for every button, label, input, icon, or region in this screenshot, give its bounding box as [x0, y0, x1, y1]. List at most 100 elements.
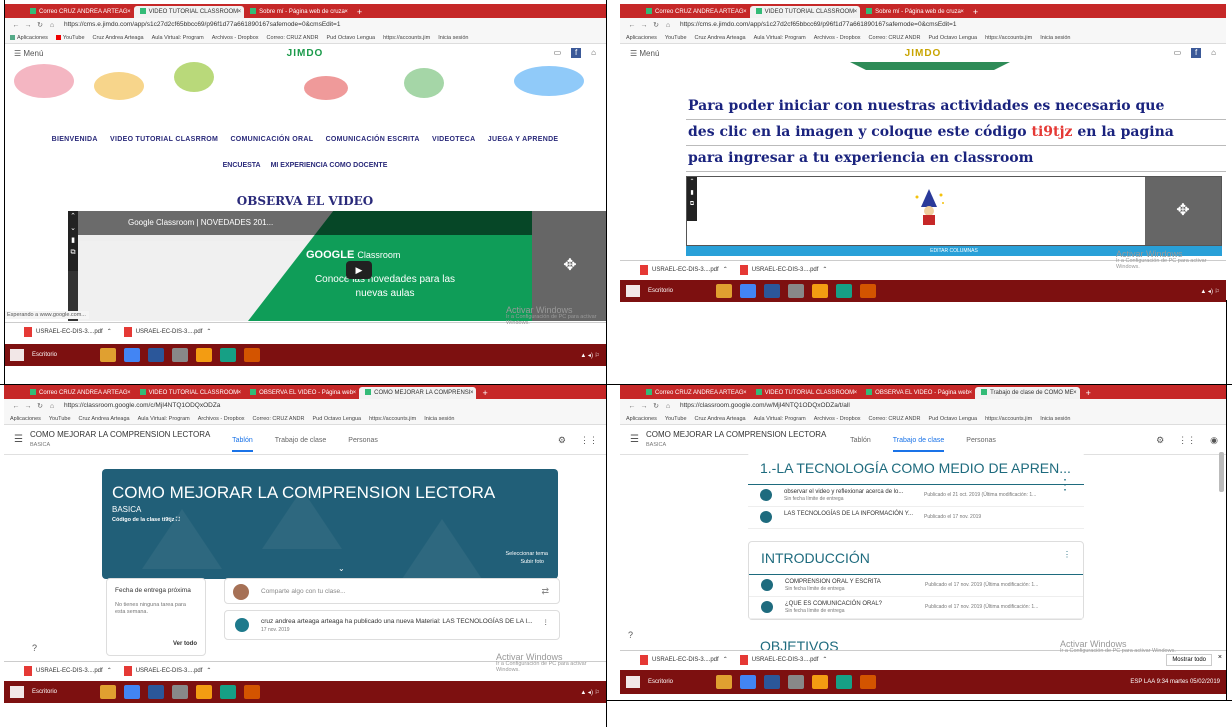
powerpoint-icon[interactable] [244, 685, 260, 699]
tab-stream[interactable]: Tablón [232, 437, 253, 452]
close-icon[interactable]: × [854, 6, 858, 18]
back-icon[interactable]: ← [10, 403, 22, 410]
bookmark[interactable]: Pud Octavo Lengua [327, 35, 376, 41]
chevron-up-icon[interactable]: ⌃ [107, 667, 112, 674]
download-item[interactable]: USRAEL-EC-DIS-3....pdf ⌃ [123, 326, 211, 337]
fullscreen-icon[interactable]: ⛶ [176, 517, 180, 523]
word-icon[interactable] [148, 685, 164, 699]
browser-tab[interactable]: Sobre mí - Página web de cruza × [860, 6, 967, 18]
browser-tab[interactable]: Correo CRUZ ANDREA ARTEAG × [640, 6, 750, 18]
app-icon[interactable] [172, 685, 188, 699]
move-icon[interactable]: ✥ [1145, 177, 1221, 245]
chevron-up-icon[interactable]: ⌃ [723, 656, 728, 663]
back-icon[interactable]: ← [10, 22, 22, 29]
url-input[interactable]: https://classroom.google.com/w/MjI4NTQ1O… [680, 401, 1226, 411]
inbox-icon[interactable]: ▭ [554, 48, 562, 58]
file-explorer-icon[interactable] [100, 348, 116, 362]
bookmark[interactable]: Archivos - Dropbox [212, 35, 259, 41]
paint-icon[interactable] [196, 685, 212, 699]
browser-tab[interactable]: VIDEO TUTORIAL CLASSROOM × [750, 387, 861, 399]
chevron-up-icon[interactable]: ⌃ [107, 328, 112, 335]
browser-tab[interactable]: Correo CRUZ ANDREA ARTEAG × [24, 387, 134, 399]
back-icon[interactable]: ← [626, 403, 638, 410]
nav-item-videoteca[interactable]: VIDEOTECA [432, 136, 476, 143]
chevron-up-icon[interactable]: ⌃ [206, 328, 211, 335]
image-block[interactable]: ⌃ ▮ ⧉ ✥ [686, 176, 1222, 246]
download-item[interactable]: USRAEL-EC-DIS-3....pdf ⌃ [24, 326, 112, 337]
bookmark[interactable]: Aplicaciones [10, 416, 41, 422]
menu-button[interactable]: ☰ Menú [14, 49, 43, 58]
see-all-link[interactable]: Ver todo [173, 641, 197, 647]
bookmark[interactable]: https://accounts.jim [369, 416, 416, 422]
taskbar-search[interactable]: Escritorio [648, 679, 708, 685]
bookmark[interactable]: https://accounts.jim [985, 416, 1032, 422]
wizard-image[interactable] [909, 187, 949, 227]
topic-title[interactable]: 1.-LA TECNOLOGÍA COMO MEDIO DE APREN... ⋮ [748, 452, 1084, 492]
bookmark[interactable]: Cruz Andrea Arteaga [695, 416, 746, 422]
paint-icon[interactable] [812, 675, 828, 689]
list-item[interactable]: ¿QUE ES COMUNICACIÓN ORAL? Sin fecha lími… [749, 597, 1083, 619]
new-tab-icon[interactable]: + [482, 387, 487, 399]
block-toolbar[interactable]: ⌃ ▮ ⧉ [687, 177, 697, 221]
bookmark[interactable]: YouTube [55, 35, 85, 41]
word-icon[interactable] [148, 348, 164, 362]
close-icon[interactable]: × [238, 387, 242, 399]
bookmark[interactable]: YouTube [49, 416, 71, 422]
app-icon[interactable] [788, 675, 804, 689]
app-icon[interactable] [220, 348, 236, 362]
list-item[interactable]: LAS TECNOLOGÍAS DE LA INFORMACIÓN Y... Pu… [748, 507, 1084, 529]
tab-people[interactable]: Personas [348, 437, 378, 452]
chevron-up-icon[interactable]: ⌃ [822, 656, 827, 663]
bookmark[interactable]: Correo: CRUZ ANDR [869, 416, 921, 422]
facebook-icon[interactable]: f [571, 48, 582, 58]
url-input[interactable]: https://classroom.google.com/c/MjI4NTQ1O… [64, 401, 606, 411]
app-icon[interactable] [788, 284, 804, 298]
chevron-down-icon[interactable]: ⌄ [338, 564, 345, 573]
download-item[interactable]: USRAEL-EC-DIS-3....pdf ⌃ [640, 654, 728, 665]
tab-stream[interactable]: Tablón [850, 437, 871, 452]
forward-icon[interactable]: → [22, 22, 34, 29]
tab-classwork[interactable]: Trabajo de clase [892, 437, 945, 452]
chrome-icon[interactable] [124, 685, 140, 699]
upload-photo-link[interactable]: Subir foto [520, 559, 544, 565]
download-item[interactable]: USRAEL-EC-DIS-3....pdf ⌃ [739, 264, 827, 275]
bookmark[interactable]: Correo: CRUZ ANDR [253, 416, 305, 422]
home-icon[interactable]: ⌂ [46, 22, 58, 29]
browser-tab[interactable]: OBSERVA EL VIDEO - Página web × [860, 387, 975, 399]
system-tray[interactable]: ▲ ◂) ⚐ [580, 689, 606, 696]
close-icon[interactable]: × [1073, 387, 1077, 399]
video-player[interactable]: Google Classroom | NOVEDADES 201... GOOG… [78, 211, 532, 321]
bookmark[interactable]: Cruz Andrea Arteaga [93, 35, 144, 41]
app-icon[interactable] [836, 675, 852, 689]
download-item[interactable]: USRAEL-EC-DIS-3....pdf ⌃ [123, 665, 211, 676]
nav-item-comunicacion-oral[interactable]: COMUNICACIÓN ORAL [230, 136, 313, 143]
forward-icon[interactable]: → [638, 403, 650, 410]
back-icon[interactable]: ← [626, 22, 638, 29]
url-input[interactable]: https://cms.e.jimdo.com/app/s1c27d2cf65b… [680, 20, 1226, 30]
powerpoint-icon[interactable] [860, 675, 876, 689]
tab-classwork[interactable]: Trabajo de clase [275, 437, 327, 452]
new-tab-icon[interactable]: + [357, 6, 362, 18]
bookmark[interactable]: Aplicaciones [10, 35, 48, 41]
chevron-up-icon[interactable]: ⌃ [723, 266, 728, 273]
nav-item-bienvenida[interactable]: BIENVENIDA [52, 136, 98, 143]
list-item[interactable]: observar el video y reflexionar acerca d… [748, 485, 1084, 507]
nav-item-video-tutorial[interactable]: VIDEO TUTORIAL CLASRROM [110, 136, 218, 143]
system-tray[interactable]: ▲ ◂) ⚐ [1200, 288, 1226, 295]
play-icon[interactable]: ▶ [346, 261, 372, 279]
bookmark[interactable]: Aula Virtual: Program [152, 35, 204, 41]
app-icon[interactable] [836, 284, 852, 298]
nav-item-juega[interactable]: JUEGA Y APRENDE [488, 136, 559, 143]
settings-icon[interactable]: ⚙ [558, 435, 566, 446]
taskbar-search[interactable]: Escritorio [648, 288, 708, 294]
taskbar-search[interactable]: Escritorio [32, 352, 92, 358]
forward-icon[interactable]: → [22, 403, 34, 410]
browser-tab[interactable]: Sobre mí - Página web de cruza × [244, 6, 351, 18]
browser-tab[interactable]: Correo CRUZ ANDREA ARTEAG × [640, 387, 750, 399]
bookmark[interactable]: Aula Virtual: Program [754, 416, 806, 422]
bookmark[interactable]: YouTube [665, 35, 687, 41]
new-tab-icon[interactable]: + [973, 6, 978, 18]
bookmark[interactable]: Archivos - Dropbox [814, 416, 861, 422]
new-tab-icon[interactable]: + [1086, 387, 1091, 399]
reload-icon[interactable]: ↻ [34, 402, 46, 410]
